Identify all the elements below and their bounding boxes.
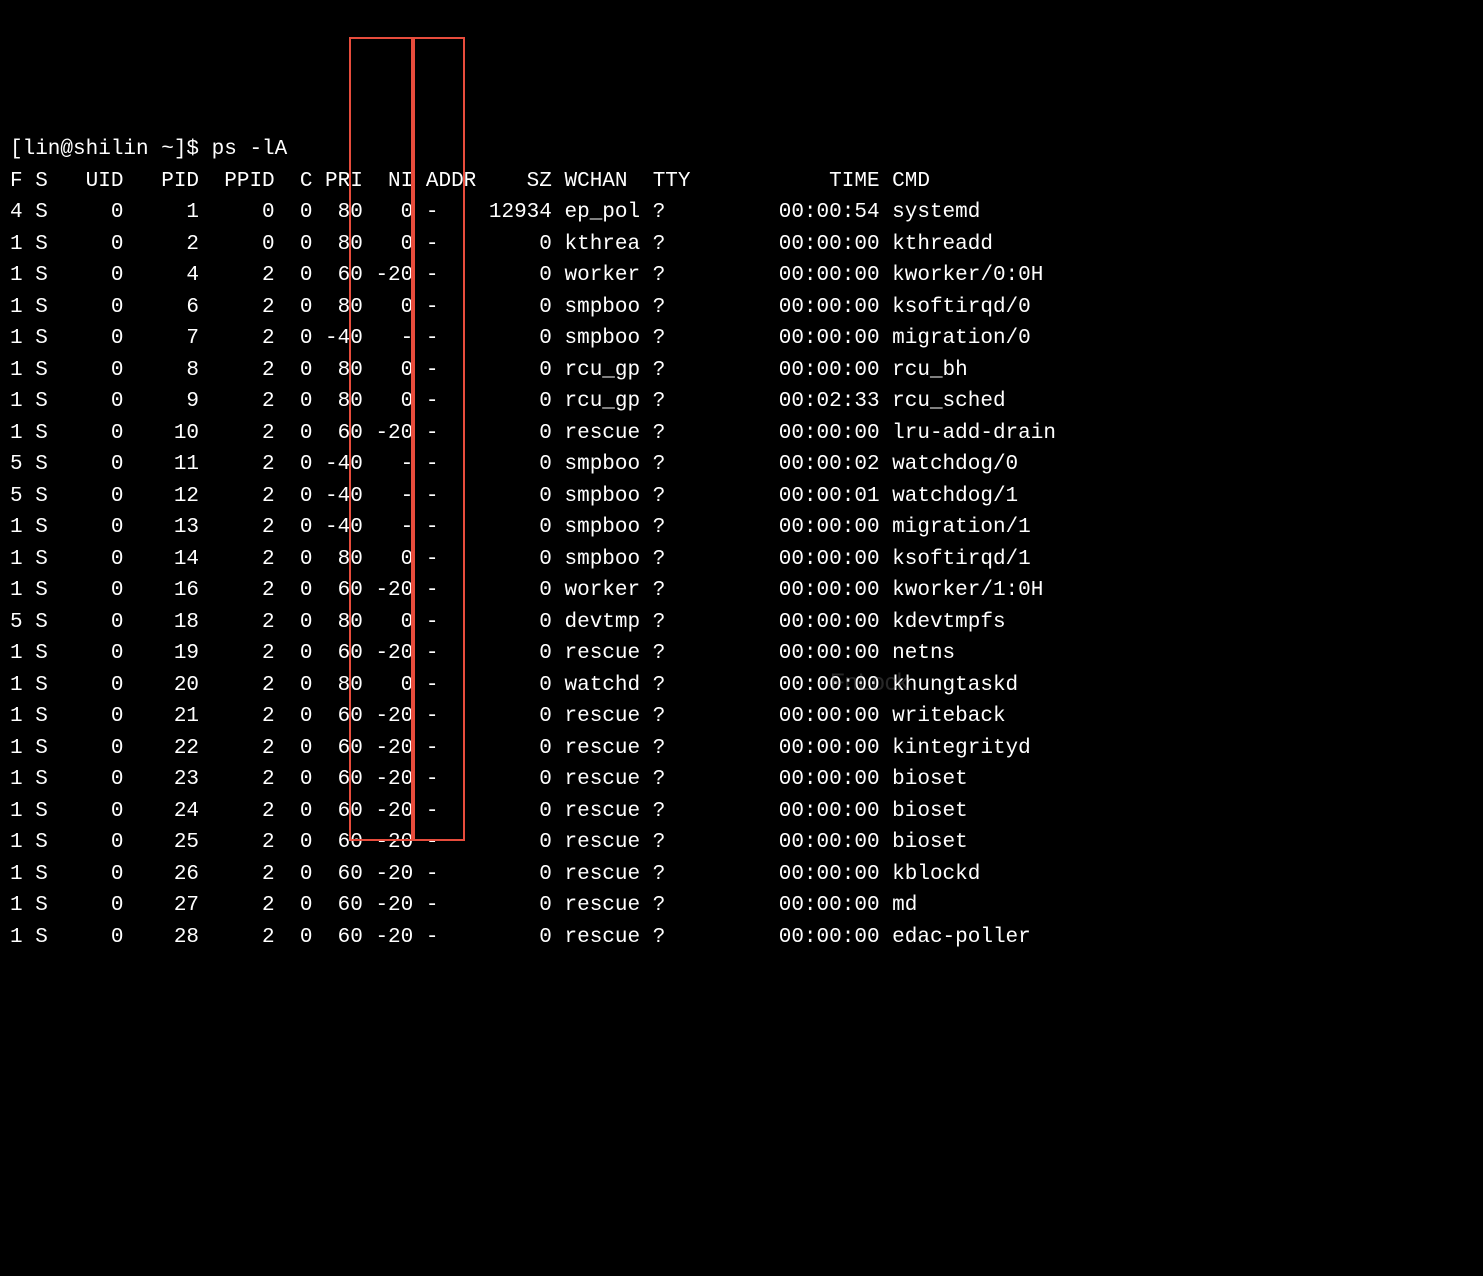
table-row: 1 S 0 10 2 0 60 -20 - 0 rescue ? 00:00:0… [10, 418, 1473, 450]
table-row: 1 S 0 27 2 0 60 -20 - 0 rescue ? 00:00:0… [10, 890, 1473, 922]
command-prompt: [lin@shilin ~]$ ps -lA [10, 134, 1473, 166]
table-row: 1 S 0 20 2 0 80 0 - 0 watchd ? 00:00:00 … [10, 670, 1473, 702]
table-row: 1 S 0 24 2 0 60 -20 - 0 rescue ? 00:00:0… [10, 796, 1473, 828]
table-row: 1 S 0 8 2 0 80 0 - 0 rcu_gp ? 00:00:00 r… [10, 355, 1473, 387]
table-row: 1 S 0 14 2 0 80 0 - 0 smpboo ? 00:00:00 … [10, 544, 1473, 576]
table-row: 1 S 0 22 2 0 60 -20 - 0 rescue ? 00:00:0… [10, 733, 1473, 765]
table-row: 1 S 0 21 2 0 60 -20 - 0 rescue ? 00:00:0… [10, 701, 1473, 733]
table-row: 1 S 0 4 2 0 60 -20 - 0 worker ? 00:00:00… [10, 260, 1473, 292]
table-row: 5 S 0 11 2 0 -40 - - 0 smpboo ? 00:00:02… [10, 449, 1473, 481]
table-row: 5 S 0 12 2 0 -40 - - 0 smpboo ? 00:00:01… [10, 481, 1473, 513]
table-row: 4 S 0 1 0 0 80 0 - 12934 ep_pol ? 00:00:… [10, 197, 1473, 229]
terminal-output: [lin@shilin ~]$ ps -lAF S UID PID PPID C… [10, 134, 1473, 953]
table-row: 1 S 0 13 2 0 -40 - - 0 smpboo ? 00:00:00… [10, 512, 1473, 544]
table-row: 1 S 0 26 2 0 60 -20 - 0 rescue ? 00:00:0… [10, 859, 1473, 891]
table-row: 1 S 0 16 2 0 60 -20 - 0 worker ? 00:00:0… [10, 575, 1473, 607]
table-row: 1 S 0 28 2 0 60 -20 - 0 rescue ? 00:00:0… [10, 922, 1473, 954]
table-row: 1 S 0 25 2 0 60 -20 - 0 rescue ? 00:00:0… [10, 827, 1473, 859]
table-row: 1 S 0 19 2 0 60 -20 - 0 rescue ? 00:00:0… [10, 638, 1473, 670]
table-row: 1 S 0 6 2 0 80 0 - 0 smpboo ? 00:00:00 k… [10, 292, 1473, 324]
table-row: 1 S 0 2 0 0 80 0 - 0 kthrea ? 00:00:00 k… [10, 229, 1473, 261]
table-row: 1 S 0 23 2 0 60 -20 - 0 rescue ? 00:00:0… [10, 764, 1473, 796]
table-header: F S UID PID PPID C PRI NI ADDR SZ WCHAN … [10, 166, 1473, 198]
table-row: 5 S 0 18 2 0 80 0 - 0 devtmp ? 00:00:00 … [10, 607, 1473, 639]
table-row: 1 S 0 7 2 0 -40 - - 0 smpboo ? 00:00:00 … [10, 323, 1473, 355]
table-row: 1 S 0 9 2 0 80 0 - 0 rcu_gp ? 00:02:33 r… [10, 386, 1473, 418]
